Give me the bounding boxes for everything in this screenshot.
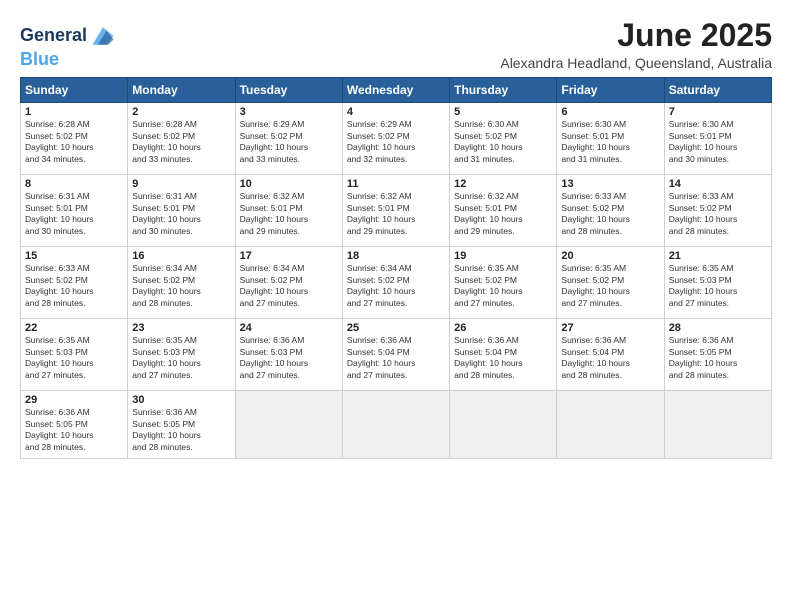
- calendar: Sunday Monday Tuesday Wednesday Thursday…: [20, 77, 772, 459]
- day-cell: 12 Sunrise: 6:32 AMSunset: 5:01 PMDaylig…: [450, 175, 557, 247]
- day-cell: 5 Sunrise: 6:30 AMSunset: 5:02 PMDayligh…: [450, 103, 557, 175]
- calendar-header-row: Sunday Monday Tuesday Wednesday Thursday…: [21, 78, 772, 103]
- day-cell: 11 Sunrise: 6:32 AMSunset: 5:01 PMDaylig…: [342, 175, 449, 247]
- day-cell: 22 Sunrise: 6:35 AMSunset: 5:03 PMDaylig…: [21, 319, 128, 391]
- logo: General Blue: [20, 22, 117, 70]
- day-cell: 8 Sunrise: 6:31 AMSunset: 5:01 PMDayligh…: [21, 175, 128, 247]
- day-cell: 16 Sunrise: 6:34 AMSunset: 5:02 PMDaylig…: [128, 247, 235, 319]
- day-cell: 3 Sunrise: 6:29 AMSunset: 5:02 PMDayligh…: [235, 103, 342, 175]
- header: General Blue June 2025 Alexandra Headlan…: [20, 18, 772, 71]
- col-monday: Monday: [128, 78, 235, 103]
- month-year: June 2025: [500, 18, 772, 53]
- page: General Blue June 2025 Alexandra Headlan…: [0, 0, 792, 612]
- day-cell: 24 Sunrise: 6:36 AMSunset: 5:03 PMDaylig…: [235, 319, 342, 391]
- empty-cell: [664, 391, 771, 459]
- day-cell: 29 Sunrise: 6:36 AMSunset: 5:05 PMDaylig…: [21, 391, 128, 459]
- day-cell: 28 Sunrise: 6:36 AMSunset: 5:05 PMDaylig…: [664, 319, 771, 391]
- day-cell: 14 Sunrise: 6:33 AMSunset: 5:02 PMDaylig…: [664, 175, 771, 247]
- day-cell: 1 Sunrise: 6:28 AMSunset: 5:02 PMDayligh…: [21, 103, 128, 175]
- day-cell: 19 Sunrise: 6:35 AMSunset: 5:02 PMDaylig…: [450, 247, 557, 319]
- table-row: 29 Sunrise: 6:36 AMSunset: 5:05 PMDaylig…: [21, 391, 772, 459]
- col-thursday: Thursday: [450, 78, 557, 103]
- day-cell: 6 Sunrise: 6:30 AMSunset: 5:01 PMDayligh…: [557, 103, 664, 175]
- table-row: 8 Sunrise: 6:31 AMSunset: 5:01 PMDayligh…: [21, 175, 772, 247]
- day-cell: 21 Sunrise: 6:35 AMSunset: 5:03 PMDaylig…: [664, 247, 771, 319]
- table-row: 22 Sunrise: 6:35 AMSunset: 5:03 PMDaylig…: [21, 319, 772, 391]
- col-tuesday: Tuesday: [235, 78, 342, 103]
- day-cell: 4 Sunrise: 6:29 AMSunset: 5:02 PMDayligh…: [342, 103, 449, 175]
- table-row: 1 Sunrise: 6:28 AMSunset: 5:02 PMDayligh…: [21, 103, 772, 175]
- col-friday: Friday: [557, 78, 664, 103]
- day-cell: 2 Sunrise: 6:28 AMSunset: 5:02 PMDayligh…: [128, 103, 235, 175]
- day-cell: 30 Sunrise: 6:36 AMSunset: 5:05 PMDaylig…: [128, 391, 235, 459]
- day-cell: 23 Sunrise: 6:35 AMSunset: 5:03 PMDaylig…: [128, 319, 235, 391]
- empty-cell: [342, 391, 449, 459]
- day-cell: 20 Sunrise: 6:35 AMSunset: 5:02 PMDaylig…: [557, 247, 664, 319]
- day-cell: 25 Sunrise: 6:36 AMSunset: 5:04 PMDaylig…: [342, 319, 449, 391]
- day-cell: 27 Sunrise: 6:36 AMSunset: 5:04 PMDaylig…: [557, 319, 664, 391]
- logo-text: General: [20, 26, 87, 46]
- empty-cell: [450, 391, 557, 459]
- col-saturday: Saturday: [664, 78, 771, 103]
- logo-text-blue: Blue: [20, 49, 59, 69]
- col-sunday: Sunday: [21, 78, 128, 103]
- day-cell: 26 Sunrise: 6:36 AMSunset: 5:04 PMDaylig…: [450, 319, 557, 391]
- day-cell: 10 Sunrise: 6:32 AMSunset: 5:01 PMDaylig…: [235, 175, 342, 247]
- col-wednesday: Wednesday: [342, 78, 449, 103]
- empty-cell: [557, 391, 664, 459]
- location: Alexandra Headland, Queensland, Australi…: [500, 55, 772, 71]
- table-row: 15 Sunrise: 6:33 AMSunset: 5:02 PMDaylig…: [21, 247, 772, 319]
- day-cell: 13 Sunrise: 6:33 AMSunset: 5:02 PMDaylig…: [557, 175, 664, 247]
- title-block: June 2025 Alexandra Headland, Queensland…: [500, 18, 772, 71]
- day-cell: 18 Sunrise: 6:34 AMSunset: 5:02 PMDaylig…: [342, 247, 449, 319]
- empty-cell: [235, 391, 342, 459]
- logo-icon: [89, 22, 117, 50]
- day-cell: 7 Sunrise: 6:30 AMSunset: 5:01 PMDayligh…: [664, 103, 771, 175]
- day-cell: 9 Sunrise: 6:31 AMSunset: 5:01 PMDayligh…: [128, 175, 235, 247]
- day-cell: 17 Sunrise: 6:34 AMSunset: 5:02 PMDaylig…: [235, 247, 342, 319]
- day-cell: 15 Sunrise: 6:33 AMSunset: 5:02 PMDaylig…: [21, 247, 128, 319]
